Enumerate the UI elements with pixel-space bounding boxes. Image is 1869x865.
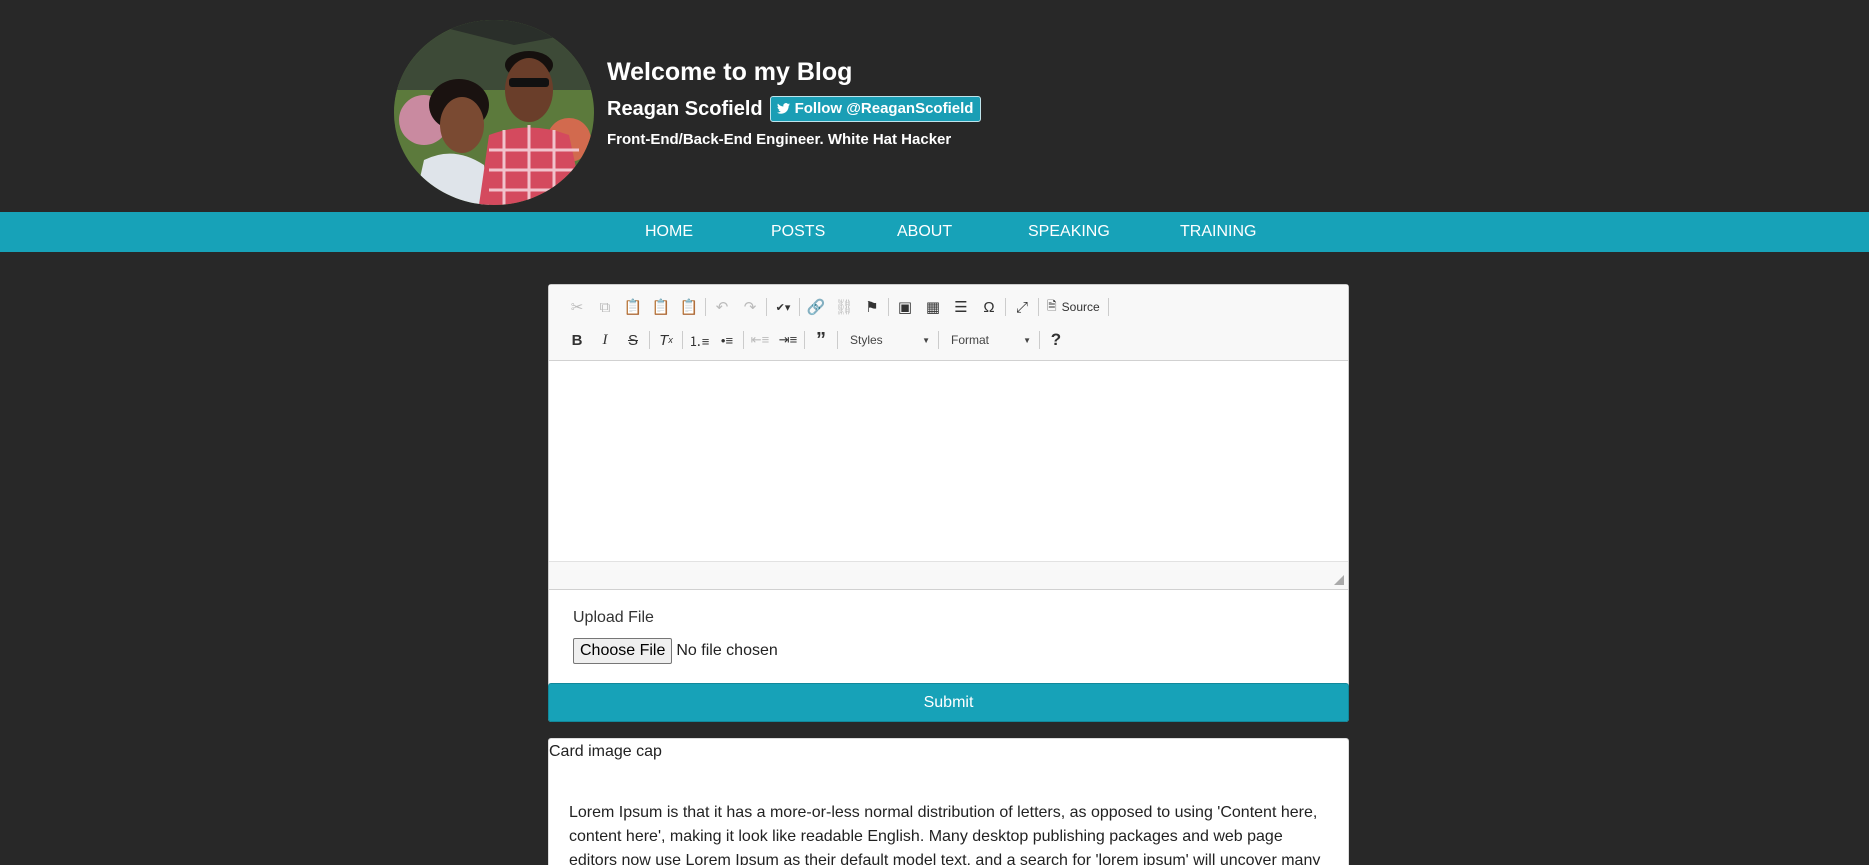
image-icon[interactable]: ▣ [891, 295, 919, 319]
tagline: Front-End/Back-End Engineer. White Hat H… [607, 131, 952, 148]
editor-toolbar: ✂ ⧉ 📋 📋 📋 ↶ ↷ ✔▾ 🔗 ⛓ ⚑ ▣ ▦ ☰ Ω ⤢ 🗎 Sourc… [549, 285, 1348, 361]
follow-label: Follow @ReaganScofield [794, 100, 974, 117]
card-image-alt-text: Card image cap [549, 743, 662, 760]
upload-file-label: Upload File [573, 609, 654, 626]
toolbar-separator [888, 298, 889, 316]
blockquote-icon[interactable]: ” [807, 328, 835, 352]
choose-file-button[interactable]: Choose File [573, 638, 673, 664]
site-header: Welcome to my Blog Reagan Scofield Follo… [0, 0, 1869, 212]
card-text: Lorem Ipsum is that it has a more-or-les… [569, 804, 1321, 865]
redo-icon[interactable]: ↷ [736, 295, 764, 319]
chevron-down-icon: ▼ [1023, 335, 1031, 345]
maximize-icon[interactable]: ⤢ [1008, 295, 1036, 319]
toolbar-separator [705, 298, 706, 316]
horizontal-line-icon[interactable]: ☰ [947, 295, 975, 319]
strikethrough-icon[interactable]: S [619, 328, 647, 352]
toolbar-separator [766, 298, 767, 316]
numbered-list-icon[interactable]: ⒈≡ [685, 328, 713, 352]
post-card: Card image cap Lorem Ipsum is that it ha… [548, 738, 1349, 865]
author-row: Reagan Scofield Follow @ReaganScofield [607, 96, 982, 122]
editor-content-area[interactable] [549, 361, 1348, 562]
twitter-icon [776, 103, 790, 114]
toolbar-separator [743, 331, 744, 349]
undo-icon[interactable]: ↶ [708, 295, 736, 319]
file-input: Choose File No file chosen [573, 638, 778, 664]
author-name: Reagan Scofield [607, 97, 763, 120]
nav-item-home[interactable]: HOME [645, 223, 693, 241]
nav-item-about[interactable]: ABOUT [897, 223, 952, 241]
remove-format-icon[interactable]: Tx [652, 328, 680, 352]
format-label: Format [951, 333, 990, 347]
cut-icon[interactable]: ✂ [563, 295, 591, 319]
styles-label: Styles [850, 333, 883, 347]
paste-icon[interactable]: 📋 [619, 295, 647, 319]
rich-text-editor: ✂ ⧉ 📋 📋 📋 ↶ ↷ ✔▾ 🔗 ⛓ ⚑ ▣ ▦ ☰ Ω ⤢ 🗎 Sourc… [549, 285, 1348, 590]
toolbar-separator [938, 331, 939, 349]
toolbar-row-2: B I S Tx ⒈≡ •≡ ⇤≡ ⇥≡ ” Styles ▼ Format ▼… [563, 328, 1070, 352]
toolbar-separator [804, 331, 805, 349]
toolbar-separator [1039, 331, 1040, 349]
toolbar-row-1: ✂ ⧉ 📋 📋 📋 ↶ ↷ ✔▾ 🔗 ⛓ ⚑ ▣ ▦ ☰ Ω ⤢ 🗎 Sourc… [563, 295, 1111, 319]
nav-item-speaking[interactable]: SPEAKING [1028, 223, 1110, 241]
profile-avatar [394, 20, 594, 205]
nav-item-posts[interactable]: POSTS [771, 223, 825, 241]
blog-title: Welcome to my Blog [607, 58, 853, 86]
toolbar-separator [682, 331, 683, 349]
paste-word-icon[interactable]: 📋 [675, 295, 703, 319]
toolbar-separator [1005, 298, 1006, 316]
styles-dropdown[interactable]: Styles ▼ [840, 328, 936, 352]
toolbar-separator [799, 298, 800, 316]
nav-item-training[interactable]: TRAINING [1180, 223, 1256, 241]
increase-indent-icon[interactable]: ⇥≡ [774, 328, 802, 352]
profile-photo [394, 20, 594, 205]
chevron-down-icon: ▼ [922, 335, 930, 345]
bulleted-list-icon[interactable]: •≡ [713, 328, 741, 352]
toolbar-separator [837, 331, 838, 349]
source-button[interactable]: 🗎 Source [1041, 295, 1106, 319]
source-icon: 🗎 [1047, 298, 1057, 313]
decrease-indent-icon[interactable]: ⇤≡ [746, 328, 774, 352]
toolbar-separator [1107, 298, 1109, 316]
main-nav: HOME POSTS ABOUT SPEAKING TRAINING [0, 212, 1869, 252]
resize-handle-icon[interactable] [1334, 575, 1344, 585]
paste-text-icon[interactable]: 📋 [647, 295, 675, 319]
twitter-follow-button[interactable]: Follow @ReaganScofield [769, 96, 982, 122]
table-icon[interactable]: ▦ [919, 295, 947, 319]
bold-icon[interactable]: B [563, 328, 591, 352]
format-dropdown[interactable]: Format ▼ [941, 328, 1037, 352]
submit-button[interactable]: Submit [548, 683, 1349, 722]
post-editor-form: ✂ ⧉ 📋 📋 📋 ↶ ↷ ✔▾ 🔗 ⛓ ⚑ ▣ ▦ ☰ Ω ⤢ 🗎 Sourc… [548, 284, 1349, 722]
toolbar-separator [1038, 298, 1039, 316]
help-icon[interactable]: ? [1042, 328, 1070, 352]
editor-footer [549, 562, 1348, 589]
spellcheck-icon[interactable]: ✔▾ [769, 295, 797, 319]
copy-icon[interactable]: ⧉ [591, 295, 619, 319]
special-character-icon[interactable]: Ω [975, 295, 1003, 319]
unlink-icon[interactable]: ⛓ [830, 295, 858, 319]
toolbar-separator [649, 331, 650, 349]
anchor-flag-icon[interactable]: ⚑ [858, 295, 886, 319]
source-label: Source [1061, 300, 1100, 314]
file-status: No file chosen [676, 642, 778, 659]
italic-icon[interactable]: I [591, 328, 619, 352]
link-icon[interactable]: 🔗 [802, 295, 830, 319]
